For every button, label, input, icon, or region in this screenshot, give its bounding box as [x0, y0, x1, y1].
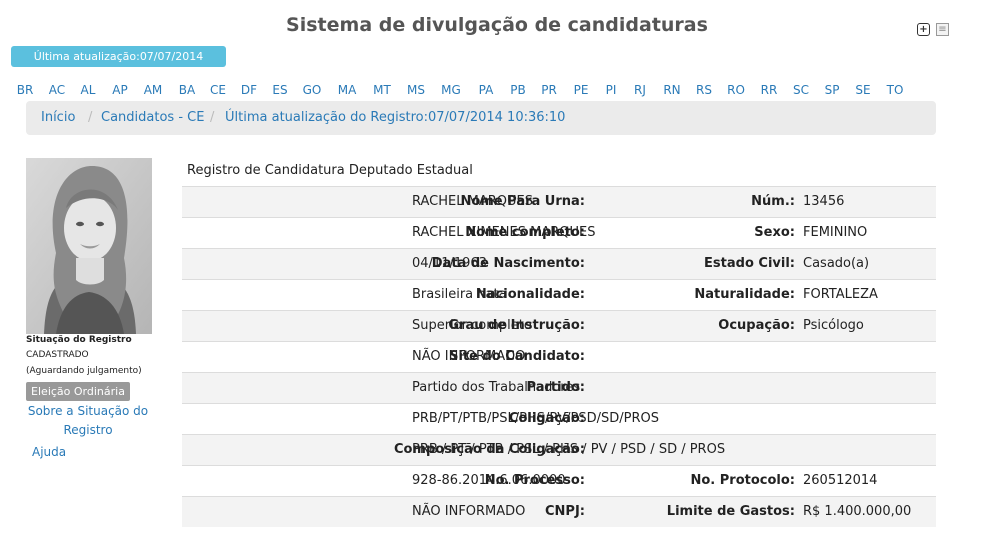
state-link-pb[interactable]: PB — [510, 83, 525, 97]
candidate-details-table: Nome Para Urna: RACHEL MARQUES Núm.: 13456 N… — [182, 186, 936, 527]
row-value: RACHEL MARQUES — [412, 194, 533, 209]
state-link-pi[interactable]: PI — [606, 83, 617, 97]
about-status-link-line1: Sobre a Situação do — [27, 404, 149, 418]
row-value-secondary: Psicólogo — [803, 318, 864, 333]
state-link-se[interactable]: SE — [855, 83, 870, 97]
breadcrumb-separator: / — [210, 110, 215, 125]
state-link-rr[interactable]: RR — [761, 83, 778, 97]
table-row: No. Processo: 928-86.2014.6.06.0000 No. Pr… — [182, 465, 936, 496]
top-toolbar: + ≡ — [917, 23, 949, 36]
breadcrumb: Início / Candidatos - CE / Última atuali… — [26, 101, 936, 135]
row-value: RACHEL XIMENES MARQUES — [412, 225, 596, 240]
table-row: Site do Candidato: NÃO INFORMADO — [182, 341, 936, 372]
row-label-secondary: Naturalidade: — [694, 287, 795, 302]
state-link-pa[interactable]: PA — [479, 83, 494, 97]
row-value: NÃO INFORMADO — [412, 349, 526, 364]
breadcrumb-registry-update-link[interactable]: Última atualização do Registro:07/07/201… — [225, 101, 565, 135]
state-link-ac[interactable]: AC — [49, 83, 65, 97]
table-row: Partido: Partido dos Trabalhadores — [182, 372, 936, 403]
table-row: Nome Para Urna: RACHEL MARQUES Núm.: 13456 — [182, 186, 936, 217]
state-link-mt[interactable]: MT — [373, 83, 391, 97]
state-link-df[interactable]: DF — [241, 83, 257, 97]
card-title: Registro de Candidatura Deputado Estadua… — [187, 163, 473, 178]
row-value-secondary: R$ 1.400.000,00 — [803, 504, 912, 519]
election-type-badge: Eleição Ordinária — [26, 382, 130, 401]
state-link-pr[interactable]: PR — [541, 83, 557, 97]
state-link-al[interactable]: AL — [81, 83, 96, 97]
help-link[interactable]: Ajuda — [32, 443, 66, 462]
row-label: CNPJ: — [545, 504, 585, 519]
state-link-ma[interactable]: MA — [338, 83, 357, 97]
row-label-secondary: Ocupação: — [718, 318, 795, 333]
breadcrumb-separator: / — [88, 110, 93, 125]
state-link-ms[interactable]: MS — [407, 83, 425, 97]
row-value-secondary: Casado(a) — [803, 256, 870, 271]
registry-status-value: CADASTRADO — [26, 350, 89, 360]
state-link-rn[interactable]: RN — [663, 83, 680, 97]
row-value: Brasileira nata — [412, 287, 507, 302]
state-link-br[interactable]: BR — [17, 83, 34, 97]
state-link-ba[interactable]: BA — [179, 83, 195, 97]
table-row: Data de Nascimento: 04/11/1963 Estado Civi… — [182, 248, 936, 279]
row-value-secondary: FORTALEZA — [803, 287, 878, 302]
state-link-es[interactable]: ES — [272, 83, 287, 97]
row-label-secondary: Sexo: — [754, 225, 795, 240]
registry-status-note: (Aguardando julgamento) — [26, 366, 142, 376]
row-value-secondary: 260512014 — [803, 473, 878, 488]
state-link-pe[interactable]: PE — [574, 83, 589, 97]
row-value: NÃO INFORMADO — [412, 504, 526, 519]
table-row: Nacionalidade: Brasileira nata Naturalidad… — [182, 279, 936, 310]
row-value: 04/11/1963 — [412, 256, 487, 271]
table-row: Coligação: PRB/PT/PTB/PSL/PHS/PV/PSD/SD/P… — [182, 403, 936, 434]
row-value: Superior completo — [412, 318, 532, 333]
state-link-am[interactable]: AM — [144, 83, 163, 97]
state-nav: BR AC AL AP AM BA CE DF ES GO MA MT MS MG PA PB PR PE PI RJ… — [11, 83, 981, 99]
about-status-link-line2: Registro — [63, 423, 113, 437]
candidate-photo — [26, 158, 152, 334]
row-label-secondary: Estado Civil: — [704, 256, 795, 271]
state-link-ap[interactable]: AP — [112, 83, 127, 97]
row-label-secondary: No. Protocolo: — [690, 473, 795, 488]
registry-status-label: Situação do Registro — [26, 335, 132, 345]
table-row: CNPJ: NÃO INFORMADO Limite de Gastos: R$ 1.… — [182, 496, 936, 527]
table-row: Grau de Instrução: Superior completo Ocupa… — [182, 310, 936, 341]
state-link-rs[interactable]: RS — [696, 83, 712, 97]
breadcrumb-home-link[interactable]: Início — [41, 101, 75, 135]
state-link-mg[interactable]: MG — [441, 83, 461, 97]
row-value: Partido dos Trabalhadores — [412, 380, 581, 395]
state-link-ro[interactable]: RO — [727, 83, 745, 97]
state-link-sc[interactable]: SC — [793, 83, 809, 97]
table-row: Nome completo: RACHEL XIMENES MARQUES Sexo… — [182, 217, 936, 248]
state-link-rj[interactable]: RJ — [634, 83, 646, 97]
row-value-secondary: FEMININO — [803, 225, 868, 240]
row-label-secondary: Núm.: — [751, 194, 795, 209]
row-label-secondary: Limite de Gastos: — [666, 504, 795, 519]
about-status-link[interactable]: Sobre a Situação do Registro — [26, 402, 150, 440]
state-link-ce[interactable]: CE — [210, 83, 226, 97]
state-link-go[interactable]: GO — [303, 83, 322, 97]
table-row: Composição da Coligação: PRB / PT / PTB /… — [182, 434, 936, 465]
state-link-sp[interactable]: SP — [825, 83, 840, 97]
add-icon[interactable]: + — [917, 23, 930, 36]
state-link-to[interactable]: TO — [887, 83, 904, 97]
row-value: 928-86.2014.6.06.0000 — [412, 473, 566, 488]
candidate-portrait-image — [26, 158, 152, 334]
page-title: Sistema de divulgação de candidaturas — [286, 14, 708, 36]
breadcrumb-candidates-link[interactable]: Candidatos - CE — [101, 101, 204, 135]
row-value: PRB / PT / PTB / PSL / PHS / PV / PSD / … — [412, 442, 726, 457]
row-value-secondary: 13456 — [803, 194, 845, 209]
last-update-badge: Última atualização:07/07/2014 16:11:24 — [11, 46, 226, 84]
row-value: PRB/PT/PTB/PSL/PHS/PV/PSD/SD/PROS — [412, 411, 659, 426]
print-icon[interactable]: ≡ — [936, 23, 949, 36]
